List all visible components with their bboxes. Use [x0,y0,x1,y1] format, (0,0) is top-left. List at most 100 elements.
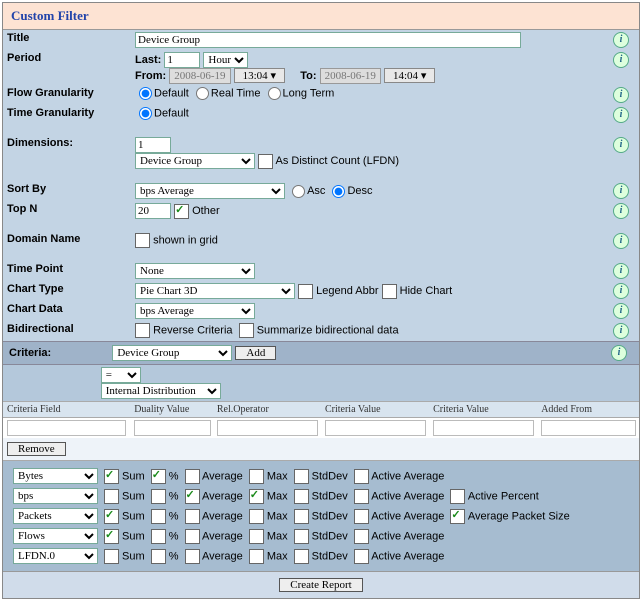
avg-cb[interactable] [185,529,200,544]
stat-cb[interactable] [450,509,465,524]
stat-select[interactable]: Bytes [13,468,98,484]
af-input[interactable] [541,420,636,436]
from-time-btn[interactable]: 13:04 ▾ [234,68,285,83]
stat-select[interactable]: Flows [13,528,98,544]
cd-select[interactable]: bps Average [135,303,255,319]
distinct-checkbox[interactable] [258,154,273,169]
summ-checkbox[interactable] [239,323,254,338]
aa-cb[interactable] [354,469,369,484]
cf-input[interactable] [7,420,126,436]
max-cb[interactable] [249,529,264,544]
pct-cb[interactable] [151,529,166,544]
std-cb[interactable] [294,509,309,524]
add-button[interactable]: Add [235,346,276,360]
tp-label: Time Point [3,261,131,281]
to-time-btn[interactable]: 14:04 ▾ [384,68,435,83]
max-cb[interactable] [249,469,264,484]
tp-select[interactable]: None [135,263,255,279]
title-input[interactable] [135,32,521,48]
stat-select[interactable]: bps [13,488,98,504]
max-cb[interactable] [249,509,264,524]
cv2-input[interactable] [433,420,534,436]
stat-cb[interactable] [450,489,465,504]
aa-cb[interactable] [354,529,369,544]
page-title: Custom Filter [3,3,639,30]
max-cb[interactable] [249,549,264,564]
pct-cb[interactable] [151,489,166,504]
sortby-select[interactable]: bps Average [135,183,285,199]
to-date: 2008-06-19 [320,68,381,84]
std-cb[interactable] [294,549,309,564]
chevron-down-icon: ▾ [421,70,427,82]
sum-cb[interactable] [104,549,119,564]
dv-input[interactable] [134,420,211,436]
stat-select[interactable]: LFDN.0 [13,548,98,564]
asc-radio[interactable] [292,185,305,198]
criteria-value-select[interactable]: Internal Distribution [101,383,221,399]
avg-cb[interactable] [185,469,200,484]
title-label: Title [3,30,131,50]
max-cb[interactable] [249,489,264,504]
avg-cb[interactable] [185,489,200,504]
sum-cb[interactable] [104,529,119,544]
other-checkbox[interactable] [174,204,189,219]
flowg-radio[interactable] [268,87,281,100]
aa-cb[interactable] [354,509,369,524]
last-n-input[interactable] [164,52,200,68]
shown-checkbox[interactable] [135,233,150,248]
std-cb[interactable] [294,489,309,504]
criteria-op-select[interactable]: = [101,367,141,383]
info-icon[interactable]: i [613,87,629,103]
info-icon[interactable]: i [613,263,629,279]
chevron-down-icon: ▾ [270,70,276,82]
from-date: 2008-06-19 [169,68,230,84]
timeg-radio[interactable] [139,107,152,120]
info-icon[interactable]: i [611,345,627,361]
cd-label: Chart Data [3,301,131,321]
info-icon[interactable]: i [613,323,629,339]
sum-cb[interactable] [104,509,119,524]
stat-select[interactable]: Packets [13,508,98,524]
aa-cb[interactable] [354,549,369,564]
dim-select[interactable]: Device Group [135,153,255,169]
avg-cb[interactable] [185,509,200,524]
info-icon[interactable]: i [613,283,629,299]
info-icon[interactable]: i [613,233,629,249]
pct-cb[interactable] [151,549,166,564]
info-icon[interactable]: i [613,137,629,153]
info-icon[interactable]: i [613,203,629,219]
cv1-input[interactable] [325,420,426,436]
std-cb[interactable] [294,469,309,484]
criteria-field-select[interactable]: Device Group [112,345,232,361]
criteria-label: Criteria: [9,347,51,359]
info-icon[interactable]: i [613,52,629,68]
dim-n-input[interactable] [135,137,171,153]
info-icon[interactable]: i [613,183,629,199]
last-unit-select[interactable]: Hour [203,52,248,68]
desc-radio[interactable] [332,185,345,198]
sum-cb[interactable] [104,489,119,504]
info-icon[interactable]: i [613,107,629,123]
pct-cb[interactable] [151,509,166,524]
create-report-button[interactable]: Create Report [279,578,362,592]
pct-cb[interactable] [151,469,166,484]
info-icon[interactable]: i [613,32,629,48]
flowg-radio[interactable] [196,87,209,100]
remove-button[interactable]: Remove [7,442,66,456]
ro-input[interactable] [217,420,318,436]
legend-checkbox[interactable] [298,284,313,299]
std-cb[interactable] [294,529,309,544]
ct-label: Chart Type [3,281,131,301]
flow-gran-label: Flow Granularity [3,85,131,105]
topn-input[interactable] [135,203,171,219]
rev-checkbox[interactable] [135,323,150,338]
domain-label: Domain Name [3,231,131,251]
flowg-radio[interactable] [139,87,152,100]
stat-row: bps Sum % Average Max StdDev Active Aver… [11,487,572,505]
sum-cb[interactable] [104,469,119,484]
aa-cb[interactable] [354,489,369,504]
info-icon[interactable]: i [613,303,629,319]
ct-select[interactable]: Pie Chart 3D [135,283,295,299]
hide-checkbox[interactable] [382,284,397,299]
avg-cb[interactable] [185,549,200,564]
